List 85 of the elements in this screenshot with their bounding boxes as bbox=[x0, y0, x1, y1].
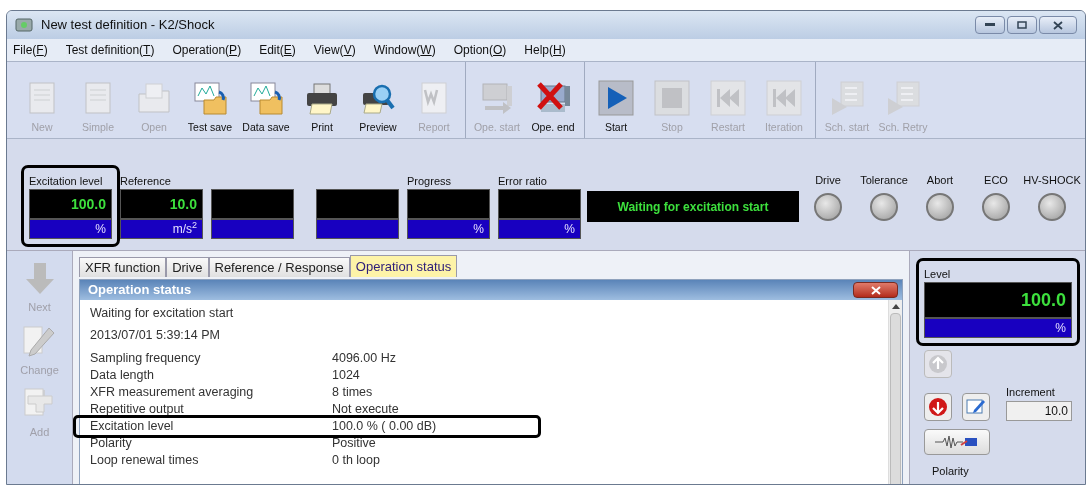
meter-label: Level bbox=[924, 267, 952, 282]
play-icon bbox=[598, 80, 634, 117]
status-message: Waiting for excitation start bbox=[90, 305, 235, 322]
lamp-label: HV-SHOCK bbox=[1023, 173, 1081, 188]
field-label: Excitation level bbox=[90, 418, 175, 436]
toolbar-button[interactable]: Print bbox=[295, 80, 349, 136]
menu-item[interactable]: Edit(E) bbox=[257, 41, 298, 59]
menu-item[interactable]: Help(H) bbox=[522, 41, 568, 59]
field-label: Sampling frequency bbox=[90, 350, 202, 368]
maximize-button[interactable] bbox=[1007, 16, 1037, 34]
meter-unit: % bbox=[407, 219, 490, 239]
menu-item[interactable]: View(V) bbox=[311, 41, 358, 59]
polarity-label: Polarity bbox=[932, 463, 970, 479]
toolbar-button[interactable]: Start bbox=[589, 80, 643, 136]
waveform-button[interactable] bbox=[924, 428, 990, 455]
level-down-button[interactable] bbox=[924, 392, 952, 421]
computer-icon bbox=[479, 80, 515, 117]
save-folder-icon bbox=[192, 80, 228, 117]
increment-label: Increment bbox=[1006, 385, 1056, 400]
lamp-label: Tolerance bbox=[860, 173, 908, 188]
meter-unit: % bbox=[498, 219, 581, 239]
tab[interactable]: XFR function bbox=[79, 257, 167, 277]
schedule-icon bbox=[885, 80, 921, 117]
toolbar-button[interactable]: Test save bbox=[183, 80, 237, 136]
menu-item[interactable]: Operation(P) bbox=[170, 41, 244, 59]
up-arrow-icon bbox=[928, 354, 948, 374]
field-label: Data length bbox=[90, 367, 155, 385]
field-value: 8 times bbox=[332, 384, 373, 402]
rewind-icon bbox=[766, 80, 802, 117]
save-folder-icon bbox=[248, 80, 284, 117]
close-button[interactable] bbox=[1039, 16, 1077, 34]
meter-label: Reference bbox=[120, 174, 172, 189]
field-value: 4096.00 Hz bbox=[332, 350, 396, 368]
scroll-up-arrow-icon bbox=[891, 304, 900, 309]
scrollbar[interactable] bbox=[888, 300, 902, 484]
field-label: Loop renewal times bbox=[90, 452, 200, 470]
close-icon bbox=[870, 285, 881, 295]
meter-label: Progress bbox=[407, 174, 453, 189]
pencil-icon bbox=[966, 397, 986, 416]
printer-icon bbox=[304, 80, 340, 117]
menu-item[interactable]: Test definition(T) bbox=[63, 41, 157, 59]
minimize-icon bbox=[985, 23, 995, 27]
tab[interactable]: Reference / Response bbox=[208, 257, 350, 277]
app-icon bbox=[15, 17, 33, 33]
meter-value: 100.0 bbox=[924, 282, 1072, 318]
meter-unit: % bbox=[924, 318, 1072, 338]
waveform-icon bbox=[935, 434, 979, 449]
window-title: New test definition - K2/Shock bbox=[41, 16, 215, 35]
field-value: 100.0 % ( 0.00 dB) bbox=[332, 418, 437, 436]
tab[interactable]: Drive bbox=[166, 257, 209, 277]
status-display: Waiting for excitation start bbox=[587, 191, 799, 222]
meter-label: Excitation level bbox=[29, 174, 104, 189]
field-value: 1024 bbox=[332, 367, 360, 385]
field-label: Repetitive output bbox=[90, 401, 185, 419]
lamp-label: Drive bbox=[815, 173, 841, 188]
lamp-label: ECO bbox=[984, 173, 1008, 188]
meter-value: 10.0 bbox=[120, 189, 203, 219]
panel-title: Operation status bbox=[88, 281, 192, 300]
stop-icon bbox=[654, 80, 690, 117]
close-button[interactable] bbox=[853, 282, 898, 298]
field-value: Not execute bbox=[332, 401, 399, 419]
close-icon bbox=[1053, 20, 1063, 30]
meter-value: 100.0 bbox=[29, 189, 112, 219]
meter-unit: m/s$^{2}$ bbox=[120, 219, 203, 239]
schedule-icon bbox=[829, 80, 865, 117]
field-label: XFR measurement averaging bbox=[90, 384, 255, 402]
toolbar-button[interactable]: Ope. end bbox=[526, 80, 580, 136]
edit-button[interactable] bbox=[962, 392, 990, 421]
toolbar-button[interactable]: Preview bbox=[351, 80, 405, 136]
increment-field[interactable]: 10.0 bbox=[1006, 400, 1072, 421]
menu-item[interactable]: Window(W) bbox=[371, 41, 438, 59]
timestamp: 2013/07/01 5:39:14 PM bbox=[90, 327, 221, 344]
lamp-label: Abort bbox=[926, 173, 954, 188]
meter-unit: % bbox=[29, 219, 112, 239]
field-label: Polarity bbox=[90, 435, 133, 453]
toolbar-button[interactable]: Data save bbox=[239, 80, 293, 136]
menu-item[interactable]: File(F) bbox=[11, 41, 50, 59]
meter-label: Error ratio bbox=[498, 174, 548, 189]
menu-item[interactable]: Option(O) bbox=[451, 41, 509, 59]
field-value: Positive bbox=[332, 435, 376, 453]
maximize-icon bbox=[1017, 21, 1027, 29]
rewind-icon bbox=[710, 80, 746, 117]
tab[interactable]: Operation status bbox=[349, 255, 458, 277]
minimize-button[interactable] bbox=[975, 16, 1005, 34]
field-value: 0 th loop bbox=[332, 452, 380, 470]
